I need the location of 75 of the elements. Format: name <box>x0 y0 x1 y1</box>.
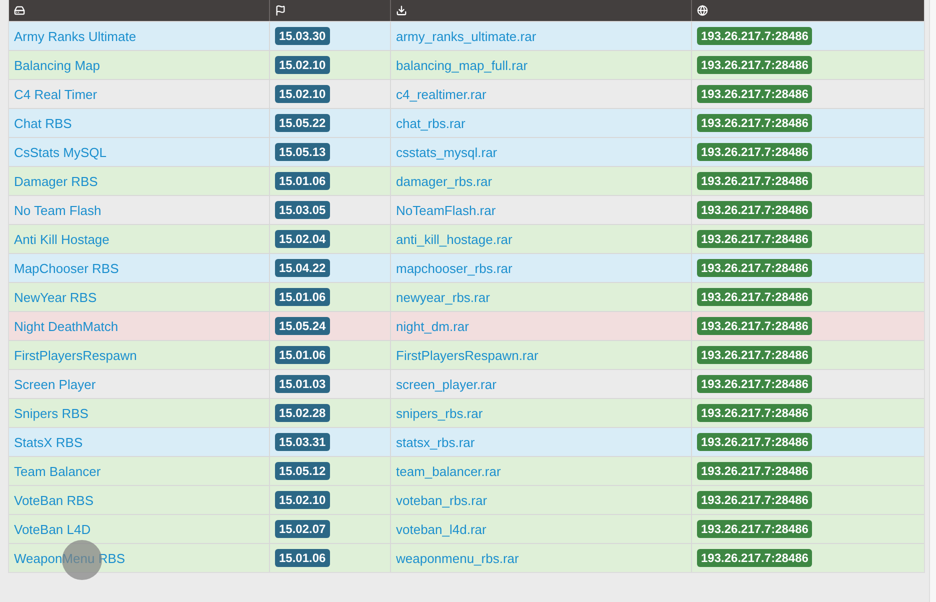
plugin-link[interactable]: FirstPlayersRespawn <box>14 348 137 362</box>
server-label: 193.26.217.7:28486 <box>697 172 812 190</box>
plugin-link[interactable]: VoteBan L4D <box>14 522 91 536</box>
version-label: 15.02.07 <box>275 520 330 538</box>
version-label: 15.02.04 <box>275 230 330 248</box>
plugin-link[interactable]: Balancing Map <box>14 58 100 72</box>
version-label: 15.05.24 <box>275 317 330 335</box>
file-link[interactable]: NoTeamFlash.rar <box>396 202 496 218</box>
version-label: 15.02.28 <box>275 404 330 422</box>
version-label: 15.02.10 <box>275 56 330 74</box>
plugin-link[interactable]: Night DeathMatch <box>14 318 118 334</box>
file-link[interactable]: screen_player.rar <box>396 376 496 392</box>
version-label: 15.02.10 <box>275 491 330 509</box>
version-label: 15.05.12 <box>275 462 330 480</box>
version-label: 15.01.06 <box>275 172 330 190</box>
plugin-link[interactable]: WeaponMenu RBS <box>14 550 126 566</box>
plugin-link[interactable]: CsStats MySQL <box>14 144 106 160</box>
file-link[interactable]: team_balancer.rar <box>396 464 501 478</box>
server-label: 193.26.217.7:28486 <box>697 143 812 161</box>
server-label: 193.26.217.7:28486 <box>697 491 812 509</box>
hard-drive-icon <box>14 5 25 16</box>
file-link[interactable]: damager_rbs.rar <box>396 174 492 188</box>
server-label: 193.26.217.7:28486 <box>697 27 812 45</box>
version-label: 15.03.05 <box>275 201 330 219</box>
server-label: 193.26.217.7:28486 <box>697 230 812 248</box>
file-link[interactable]: voteban_l4d.rar <box>396 522 486 536</box>
plugin-link[interactable]: Screen Player <box>14 376 96 392</box>
plugin-link[interactable]: Chat RBS <box>14 116 72 130</box>
download-icon <box>396 5 407 16</box>
file-link[interactable]: snipers_rbs.rar <box>396 406 483 420</box>
server-label: 193.26.217.7:28486 <box>697 346 812 364</box>
file-link[interactable]: chat_rbs.rar <box>396 116 466 130</box>
version-label: 15.03.30 <box>275 27 330 45</box>
version-label: 15.01.06 <box>275 288 330 306</box>
version-label: 15.05.22 <box>275 114 330 132</box>
plugin-link[interactable]: Damager RBS <box>14 174 98 188</box>
server-label: 193.26.217.7:28486 <box>697 259 812 277</box>
file-link[interactable]: statsx_rbs.rar <box>396 434 475 450</box>
file-link[interactable]: c4_realtimer.rar <box>396 86 486 102</box>
version-label: 15.03.31 <box>275 433 330 451</box>
plugin-link[interactable]: StatsX RBS <box>14 434 83 450</box>
server-label: 193.26.217.7:28486 <box>697 201 812 219</box>
version-label: 15.01.06 <box>275 549 330 567</box>
version-label: 15.05.13 <box>275 143 330 161</box>
plugin-link[interactable]: Anti Kill Hostage <box>14 232 110 246</box>
server-label: 193.26.217.7:28486 <box>697 433 812 451</box>
file-link[interactable]: csstats_mysql.rar <box>396 144 498 160</box>
file-link[interactable]: night_dm.rar <box>396 318 469 334</box>
plugin-link[interactable]: C4 Real Timer <box>14 86 98 102</box>
plugin-link[interactable]: Army Ranks Ultimate <box>14 28 136 44</box>
server-label: 193.26.217.7:28486 <box>697 56 812 74</box>
server-label: 193.26.217.7:28486 <box>697 404 812 422</box>
flag-icon <box>275 5 286 16</box>
plugin-link[interactable]: MapChooser RBS <box>14 260 119 276</box>
version-label: 15.01.06 <box>275 346 330 364</box>
server-label: 193.26.217.7:28486 <box>697 375 812 393</box>
scrollbar[interactable] <box>929 0 936 602</box>
version-label: 15.01.03 <box>275 375 330 393</box>
plugin-link[interactable]: Snipers RBS <box>14 406 88 420</box>
version-label: 15.04.22 <box>275 259 330 277</box>
server-label: 193.26.217.7:28486 <box>697 288 812 306</box>
file-link[interactable]: newyear_rbs.rar <box>396 290 490 304</box>
server-label: 193.26.217.7:28486 <box>697 85 812 103</box>
server-label: 193.26.217.7:28486 <box>697 462 812 480</box>
server-label: 193.26.217.7:28486 <box>697 520 812 538</box>
globe-icon <box>697 5 708 16</box>
plugin-link[interactable]: VoteBan RBS <box>14 492 94 508</box>
plugin-link[interactable]: No Team Flash <box>14 202 102 218</box>
plugin-link[interactable]: Team Balancer <box>14 464 101 478</box>
plugin-link[interactable]: NewYear RBS <box>14 290 97 304</box>
server-label: 193.26.217.7:28486 <box>697 317 812 335</box>
server-label: 193.26.217.7:28486 <box>697 114 812 132</box>
file-link[interactable]: voteban_rbs.rar <box>396 492 488 508</box>
version-label: 15.02.10 <box>275 85 330 103</box>
server-label: 193.26.217.7:28486 <box>697 549 812 567</box>
